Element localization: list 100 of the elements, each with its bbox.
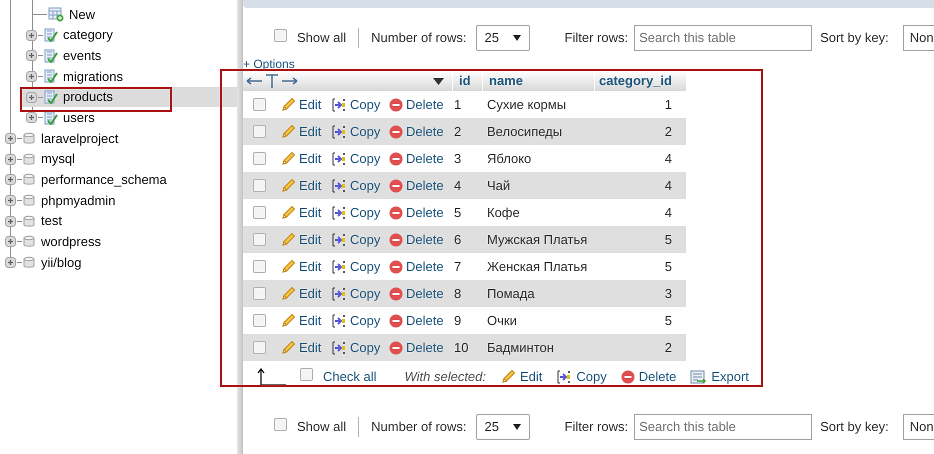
- row-action-link[interactable]: Edit: [280, 176, 331, 196]
- table-icon: [44, 69, 58, 84]
- check-all-link[interactable]: Check all: [323, 367, 376, 387]
- row-action-link[interactable]: Edit: [280, 202, 331, 222]
- bulk-action-link[interactable]: Copy: [556, 367, 607, 387]
- delete-icon: [389, 206, 403, 220]
- delete-icon: [389, 178, 403, 192]
- row-action-link[interactable]: Delete: [389, 338, 452, 358]
- sidebar-database-item[interactable]: laravelproject: [0, 128, 237, 149]
- row-action-link[interactable]: Copy: [331, 256, 389, 276]
- table-cell-text: Очки: [486, 312, 518, 330]
- table-cell-text: 4: [664, 150, 673, 168]
- expand-icon[interactable]: [5, 257, 16, 268]
- sort-select[interactable]: Non: [902, 414, 934, 440]
- filter-field[interactable]: Search this table: [634, 25, 812, 51]
- row-action-link[interactable]: Delete: [389, 94, 452, 114]
- database-icon: [23, 214, 35, 228]
- pencil-icon: [280, 340, 296, 356]
- rows-select[interactable]: 25: [476, 25, 530, 51]
- row-action-link[interactable]: Edit: [280, 338, 331, 358]
- options-link[interactable]: + Options: [243, 57, 295, 71]
- table-cell-text: 5: [664, 230, 673, 249]
- sidebar-database-item[interactable]: phpmyadmin: [0, 190, 237, 211]
- filter-label: Filter rows:: [564, 29, 628, 48]
- row-action-link[interactable]: Copy: [331, 230, 389, 250]
- sidebar-database-item[interactable]: test: [0, 210, 237, 232]
- sidebar-database-item[interactable]: wordpress: [0, 232, 237, 252]
- row-action-link[interactable]: Copy: [331, 284, 389, 304]
- pencil-icon: [500, 369, 516, 385]
- row-action-link[interactable]: Edit: [280, 256, 331, 276]
- bulk-action-link[interactable]: Edit: [500, 367, 542, 387]
- row-action-link[interactable]: Copy: [331, 94, 389, 114]
- table-cell-text: Мужская Платья: [486, 230, 588, 249]
- row-action-link[interactable]: Edit: [280, 284, 331, 304]
- bulk-action-link[interactable]: Delete: [620, 367, 676, 387]
- pencil-icon: [280, 204, 296, 220]
- expand-icon[interactable]: [26, 70, 37, 82]
- sidebar-database-item[interactable]: yii/blog: [0, 252, 237, 273]
- expand-icon[interactable]: [26, 92, 37, 103]
- sidebar-table-item[interactable]: migrations: [22, 66, 237, 87]
- expand-icon[interactable]: [5, 216, 16, 227]
- row-action-link[interactable]: Delete: [389, 148, 452, 168]
- delete-icon: [389, 152, 403, 166]
- row-checkbox[interactable]: [253, 260, 266, 273]
- row-checkbox[interactable]: [253, 152, 266, 165]
- row-action-link[interactable]: Copy: [331, 148, 389, 168]
- row-action-link[interactable]: Copy: [331, 202, 389, 222]
- row-action-link[interactable]: Copy: [331, 176, 389, 196]
- copy-row-icon: [331, 150, 347, 166]
- rows-label: Number of rows:: [371, 418, 467, 436]
- table-icon: [44, 48, 58, 63]
- expand-icon[interactable]: [5, 154, 16, 165]
- expand-icon[interactable]: [26, 50, 37, 62]
- expand-icon[interactable]: [26, 30, 37, 41]
- row-action-link[interactable]: Edit: [280, 122, 331, 142]
- row-checkbox[interactable]: [253, 233, 266, 246]
- sidebar-table-item[interactable]: events: [22, 45, 237, 66]
- row-action-link[interactable]: Delete: [389, 284, 452, 304]
- row-checkbox[interactable]: [253, 287, 266, 300]
- row-action-link[interactable]: Edit: [280, 94, 331, 114]
- show-all-checkbox[interactable]: [274, 29, 287, 42]
- row-action-link[interactable]: Delete: [389, 202, 452, 222]
- row-checkbox[interactable]: [253, 341, 266, 354]
- expand-icon[interactable]: [5, 174, 16, 186]
- table-cell-text: 2: [664, 338, 673, 357]
- rows-select[interactable]: 25: [476, 414, 530, 440]
- row-action-link[interactable]: Delete: [389, 122, 452, 142]
- row-checkbox[interactable]: [253, 179, 266, 192]
- row-checkbox[interactable]: [253, 125, 266, 138]
- row-action-link[interactable]: Edit: [280, 230, 331, 250]
- row-checkbox[interactable]: [253, 98, 266, 111]
- row-action-link[interactable]: Copy: [331, 338, 389, 358]
- expand-icon[interactable]: [5, 132, 16, 144]
- sidebar-database-item[interactable]: performance_schema: [0, 170, 237, 190]
- row-action-link[interactable]: Delete: [389, 256, 452, 276]
- row-action-link[interactable]: Delete: [389, 176, 452, 196]
- filter-field[interactable]: Search this table: [634, 414, 812, 440]
- sidebar-table-item[interactable]: users: [22, 107, 237, 128]
- row-action-link[interactable]: Edit: [280, 148, 331, 168]
- check-all-checkbox[interactable]: [300, 368, 313, 382]
- expand-icon[interactable]: [5, 236, 16, 248]
- row-checkbox[interactable]: [253, 314, 266, 327]
- row-checkbox[interactable]: [253, 206, 266, 219]
- column-resize-icon[interactable]: [246, 73, 298, 89]
- row-action-link[interactable]: Edit: [280, 310, 331, 330]
- sidebar-table-item[interactable]: category: [22, 24, 237, 46]
- row-action-link[interactable]: Delete: [389, 310, 452, 330]
- row-action-link[interactable]: Copy: [331, 122, 389, 142]
- sort-select[interactable]: Non: [902, 25, 934, 51]
- show-all-checkbox[interactable]: [274, 418, 287, 432]
- row-action-link[interactable]: Copy: [331, 310, 389, 330]
- bulk-action-link[interactable]: Export: [690, 367, 749, 387]
- row-action-link[interactable]: Delete: [389, 230, 452, 250]
- sidebar-database-item[interactable]: mysql: [0, 148, 237, 170]
- table-cell-text: Бадминтон: [486, 338, 555, 357]
- expand-icon[interactable]: [5, 195, 16, 206]
- expand-icon[interactable]: [26, 112, 37, 124]
- dropdown-icon[interactable]: [433, 78, 444, 84]
- sidebar-table-item[interactable]: products: [22, 86, 237, 108]
- sidebar-table-item[interactable]: New: [22, 4, 237, 25]
